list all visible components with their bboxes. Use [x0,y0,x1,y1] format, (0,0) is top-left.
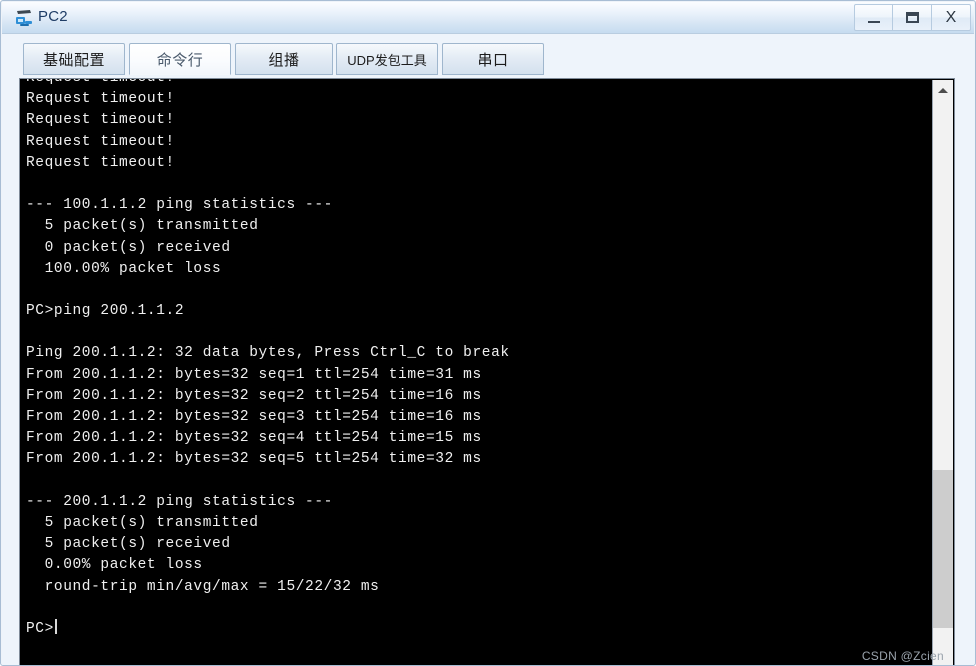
terminal-line: 0 packet(s) received [26,239,231,256]
tab-udp-tool[interactable]: UDP发包工具 [336,43,438,75]
minimize-icon [867,20,880,23]
close-button[interactable]: X [932,4,971,31]
tab-command-line-label: 命令行 [156,51,204,69]
scroll-up-arrow-icon [938,87,948,93]
maximize-button[interactable] [893,4,932,31]
pc2-window: PC2 X 基础配置 命令行 组播 UDP发包工具 串口 Request tim… [0,0,976,666]
window-content: 基础配置 命令行 组播 UDP发包工具 串口 Request timeout! R… [2,34,974,665]
maximize-icon [905,12,919,23]
terminal-line: 100.00% packet loss [26,260,222,277]
tab-multicast[interactable]: 组播 [235,43,333,75]
title-bar[interactable]: PC2 X [2,2,974,34]
terminal-line: round-trip min/avg/max = 15/22/32 ms [26,578,380,595]
scrollbar-track[interactable] [933,100,953,660]
terminal-line: --- 200.1.1.2 ping statistics --- [26,493,333,510]
terminal-scrollbar[interactable] [932,80,953,665]
terminal-line: 0.00% packet loss [26,557,203,574]
terminal-line: From 200.1.1.2: bytes=32 seq=2 ttl=254 t… [26,387,482,404]
terminal-line: From 200.1.1.2: bytes=32 seq=3 ttl=254 t… [26,409,482,425]
pc-device-icon [14,9,34,27]
terminal-cursor [54,618,57,634]
terminal-line: From 200.1.1.2: bytes=32 seq=5 ttl=254 t… [26,451,482,468]
close-icon: X [945,8,957,26]
watermark-text: CSDN @Zcien [861,649,944,663]
terminal-line: From 200.1.1.2: bytes=32 seq=1 ttl=254 t… [26,366,482,383]
terminal-line: 5 packet(s) transmitted [26,218,259,235]
terminal-line: --- 100.1.1.2 ping statistics --- [26,197,333,214]
terminal-line: Ping 200.1.1.2: 32 data bytes, Press Ctr… [26,345,510,362]
terminal-line: Request timeout! [26,154,175,171]
scrollbar-thumb[interactable] [933,470,953,628]
terminal-line: 5 packet(s) transmitted [26,514,259,531]
tab-strip: 基础配置 命令行 组播 UDP发包工具 串口 [2,43,974,77]
terminal-line: From 200.1.1.2: bytes=32 seq=4 ttl=254 t… [26,430,482,447]
terminal-line: Request timeout! [26,91,175,108]
scroll-up-button[interactable] [933,80,953,100]
tab-basic-config[interactable]: 基础配置 [23,43,125,75]
terminal-output: Request timeout! Request timeout! Request … [26,78,926,640]
minimize-button[interactable] [854,4,893,31]
window-controls: X [854,4,971,31]
tab-serial-port[interactable]: 串口 [442,43,544,75]
tab-serial-port-label: 串口 [477,51,509,69]
terminal-line: Request timeout! [26,133,175,150]
tab-basic-config-label: 基础配置 [42,51,105,69]
tab-multicast-label: 组播 [268,51,300,69]
tab-command-line[interactable]: 命令行 [129,43,231,75]
terminal-console[interactable]: Request timeout! Request timeout! Request … [19,78,955,665]
window-title: PC2 [38,8,68,25]
tab-udp-tool-label: UDP发包工具 [347,52,427,68]
terminal-line: 5 packet(s) received [26,536,231,553]
terminal-line: PC>ping 200.1.1.2 [26,303,185,320]
terminal-line: Request timeout! [26,112,175,129]
terminal-line: PC> [26,618,926,640]
terminal-line: Request timeout! [26,78,175,86]
